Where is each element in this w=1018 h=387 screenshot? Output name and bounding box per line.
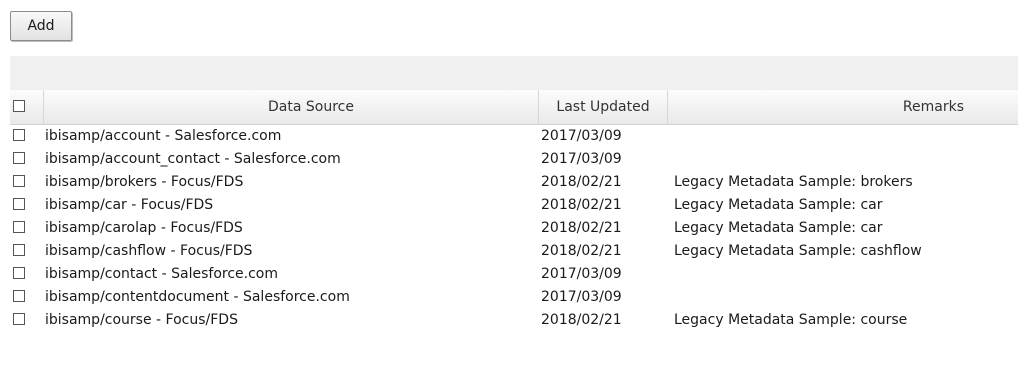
data-source-cell[interactable]: ibisamp/car - Focus/FDS (43, 194, 538, 217)
select-all-checkbox[interactable] (13, 100, 25, 112)
column-header-data-source[interactable]: Data Source (43, 90, 538, 125)
column-header-last-updated[interactable]: Last Updated (538, 90, 667, 125)
row-checkbox[interactable] (13, 290, 25, 302)
last-updated-cell: 2017/03/09 (541, 128, 622, 144)
row-checkbox[interactable] (13, 152, 25, 164)
row-check-cell (10, 217, 42, 240)
data-source-cell[interactable]: ibisamp/cashflow - Focus/FDS (43, 240, 538, 263)
data-source-cell[interactable]: ibisamp/contact - Salesforce.com (43, 263, 538, 286)
remarks-cell: Legacy Metadata Sample: car (674, 220, 883, 236)
select-all-cell (10, 90, 42, 125)
remarks-cell: Legacy Metadata Sample: brokers (674, 174, 913, 190)
row-checkbox[interactable] (13, 129, 25, 141)
row-check-cell (10, 171, 42, 194)
row-check-cell (10, 125, 42, 148)
data-source-cell[interactable]: ibisamp/course - Focus/FDS (43, 309, 538, 332)
remarks-cell: Legacy Metadata Sample: course (674, 312, 908, 328)
data-source-cell[interactable]: ibisamp/contentdocument - Salesforce.com (43, 286, 538, 309)
column-header-remarks[interactable]: Remarks (667, 90, 1018, 125)
last-updated-cell: 2018/02/21 (541, 243, 622, 259)
row-check-cell (10, 240, 42, 263)
last-updated-cell: 2018/02/21 (541, 197, 622, 213)
last-updated-cell: 2017/03/09 (541, 289, 622, 305)
table-row[interactable]: ibisamp/carolap - Focus/FDS 2018/02/21 L… (10, 217, 1018, 240)
row-checkbox[interactable] (13, 198, 25, 210)
last-updated-cell: 2018/02/21 (541, 174, 622, 190)
table-row[interactable]: ibisamp/account - Salesforce.com 2017/03… (10, 125, 1018, 148)
remarks-cell: Legacy Metadata Sample: car (674, 197, 883, 213)
row-checkbox[interactable] (13, 267, 25, 279)
row-checkbox[interactable] (13, 221, 25, 233)
data-source-cell[interactable]: ibisamp/account - Salesforce.com (43, 125, 538, 148)
grid-toolbar-band (10, 56, 1018, 90)
row-check-cell (10, 263, 42, 286)
data-source-cell[interactable]: ibisamp/brokers - Focus/FDS (43, 171, 538, 194)
table-row[interactable]: ibisamp/car - Focus/FDS 2018/02/21 Legac… (10, 194, 1018, 217)
remarks-cell (667, 125, 1018, 148)
table-row[interactable]: ibisamp/account_contact - Salesforce.com… (10, 148, 1018, 171)
row-checkbox[interactable] (13, 313, 25, 325)
table-header-row: Data Source Last Updated Remarks (10, 90, 1018, 125)
data-source-cell[interactable]: ibisamp/account_contact - Salesforce.com (43, 148, 538, 171)
remarks-cell (667, 263, 1018, 286)
last-updated-cell: 2018/02/21 (541, 312, 622, 328)
row-checkbox[interactable] (13, 175, 25, 187)
table-row[interactable]: ibisamp/contact - Salesforce.com 2017/03… (10, 263, 1018, 286)
table-row[interactable]: ibisamp/course - Focus/FDS 2018/02/21 Le… (10, 309, 1018, 332)
last-updated-cell: 2018/02/21 (541, 220, 622, 236)
remarks-cell: Legacy Metadata Sample: cashflow (674, 243, 922, 259)
row-check-cell (10, 148, 42, 171)
remarks-cell (667, 148, 1018, 171)
remarks-cell (667, 286, 1018, 309)
table-row[interactable]: ibisamp/brokers - Focus/FDS 2018/02/21 L… (10, 171, 1018, 194)
data-source-table: Data Source Last Updated Remarks ibisamp… (10, 90, 1018, 332)
last-updated-cell: 2017/03/09 (541, 266, 622, 282)
row-checkbox[interactable] (13, 244, 25, 256)
add-button[interactable]: Add (10, 11, 72, 41)
row-check-cell (10, 286, 42, 309)
last-updated-cell: 2017/03/09 (541, 151, 622, 167)
data-source-cell[interactable]: ibisamp/carolap - Focus/FDS (43, 217, 538, 240)
table-row[interactable]: ibisamp/cashflow - Focus/FDS 2018/02/21 … (10, 240, 1018, 263)
table-row[interactable]: ibisamp/contentdocument - Salesforce.com… (10, 286, 1018, 309)
row-check-cell (10, 194, 42, 217)
data-source-page: Add Data Source Last Updated Remarks ibi… (0, 0, 1018, 387)
row-check-cell (10, 309, 42, 332)
